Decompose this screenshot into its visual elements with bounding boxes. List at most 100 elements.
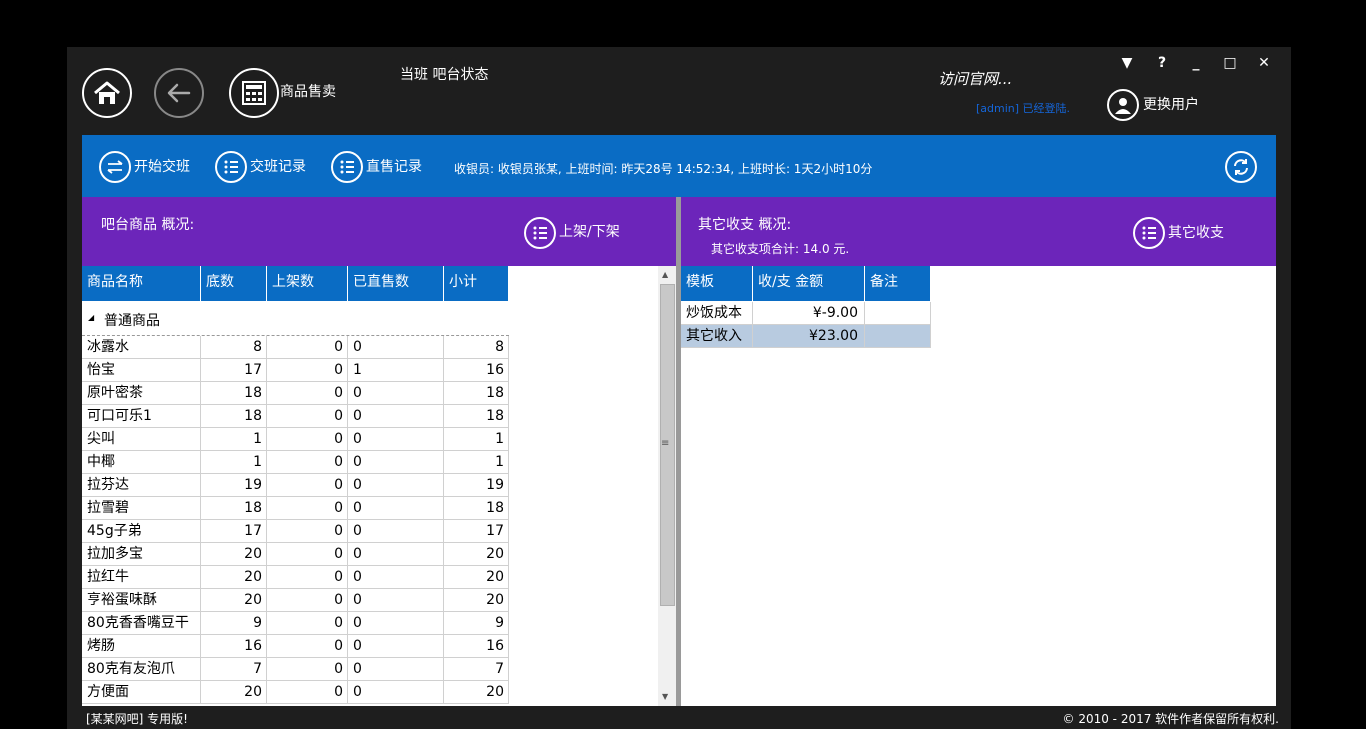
table-row[interactable]: 拉红牛 20 0 0 20 (82, 566, 509, 589)
direct-sale-records-button[interactable] (331, 151, 363, 183)
shelf-toggle-label[interactable]: 上架/下架 (559, 221, 620, 241)
cell-template: 炒饭成本 (681, 302, 753, 325)
cell-base: 17 (201, 359, 267, 382)
cell-name: 拉红牛 (82, 566, 201, 589)
cell-name: 烤肠 (82, 635, 201, 658)
grip-icon: ≡ (661, 438, 670, 449)
table-header: 模板 收/支 金额 备注 (681, 266, 931, 301)
cell-base: 7 (201, 658, 267, 681)
cell-note (865, 325, 931, 348)
other-income-summary: 其它收支项合计: 14.0 元. (711, 242, 850, 256)
start-shift-button[interactable] (99, 151, 131, 183)
cell-name: 可口可乐1 (82, 405, 201, 428)
shelf-toggle-button[interactable] (524, 217, 556, 249)
cell-subtotal: 16 (444, 635, 509, 658)
cell-base: 16 (201, 635, 267, 658)
column-header[interactable]: 已直售数 (348, 266, 444, 301)
table-row[interactable]: 怡宝 17 0 1 16 (82, 359, 509, 382)
cell-shelf: 0 (267, 451, 348, 474)
column-header[interactable]: 底数 (201, 266, 267, 301)
cell-shelf: 0 (267, 497, 348, 520)
cell-name: 原叶密茶 (82, 382, 201, 405)
shift-records-button[interactable] (215, 151, 247, 183)
table-row[interactable]: 其它收入 ¥23.00 (681, 325, 931, 348)
cell-sold: 0 (348, 612, 444, 635)
column-header[interactable]: 备注 (865, 266, 931, 301)
cell-subtotal: 16 (444, 359, 509, 382)
cell-sold: 0 (348, 405, 444, 428)
cell-name: 中椰 (82, 451, 201, 474)
table-row[interactable]: 45g子弟 17 0 0 17 (82, 520, 509, 543)
refresh-icon (1234, 159, 1248, 175)
table-row[interactable]: 可口可乐1 18 0 0 18 (82, 405, 509, 428)
table-row[interactable]: 尖叫 1 0 0 1 (82, 428, 509, 451)
cell-name: 80克香香嘴豆干 (82, 612, 201, 635)
menu-dropdown-icon[interactable]: ▼ (1119, 55, 1135, 71)
scroll-down-icon[interactable]: ▼ (662, 692, 668, 701)
column-header[interactable]: 商品名称 (82, 266, 201, 301)
column-header[interactable]: 上架数 (267, 266, 348, 301)
cell-subtotal: 9 (444, 612, 509, 635)
scroll-up-icon[interactable]: ▲ (662, 270, 668, 279)
cell-name: 80克有友泡爪 (82, 658, 201, 681)
shift-records-label[interactable]: 交班记录 (250, 156, 306, 176)
switch-user-button[interactable] (1107, 89, 1139, 121)
visit-website-link[interactable]: 访问官网... (938, 68, 1012, 89)
cell-sold: 0 (348, 428, 444, 451)
cell-name: 怡宝 (82, 359, 201, 382)
cell-base: 20 (201, 589, 267, 612)
cell-subtotal: 17 (444, 520, 509, 543)
copyright-label: © 2010 - 2017 软件作者保留所有权利. (1062, 712, 1279, 726)
table-row[interactable]: 拉加多宝 20 0 0 20 (82, 543, 509, 566)
vertical-scrollbar[interactable]: ▲ ≡ ▼ (658, 266, 676, 706)
table-row[interactable]: 炒饭成本 ¥-9.00 (681, 302, 931, 325)
collapse-triangle-icon[interactable]: ◢ (88, 313, 94, 322)
start-shift-label[interactable]: 开始交班 (134, 156, 190, 176)
login-status: [admin] 已经登陆. (976, 102, 1071, 115)
table-row[interactable]: 原叶密茶 18 0 0 18 (82, 382, 509, 405)
bar-goods-title: 吧台商品 概况: (101, 217, 195, 233)
help-icon[interactable]: ? (1154, 55, 1170, 71)
maximize-icon[interactable]: □ (1222, 55, 1238, 71)
list-icon (1142, 226, 1156, 240)
cell-name: 拉芬达 (82, 474, 201, 497)
direct-sale-records-label[interactable]: 直售记录 (366, 156, 422, 176)
table-row[interactable]: 冰露水 8 0 0 8 (82, 336, 509, 359)
edition-label: [某某网吧] 专用版! (86, 712, 188, 726)
close-icon[interactable]: ✕ (1256, 55, 1272, 71)
minimize-icon[interactable]: _ (1188, 55, 1204, 71)
cell-shelf: 0 (267, 658, 348, 681)
column-header[interactable]: 收/支 金额 (753, 266, 865, 301)
table-row[interactable]: 80克有友泡爪 7 0 0 7 (82, 658, 509, 681)
group-row[interactable]: ◢ 普通商品 (82, 301, 509, 336)
cell-sold: 0 (348, 658, 444, 681)
switch-user-label[interactable]: 更换用户 (1143, 94, 1199, 114)
cell-template: 其它收入 (681, 325, 753, 348)
cell-sold: 1 (348, 359, 444, 382)
cell-subtotal: 8 (444, 336, 509, 359)
table-row[interactable]: 拉雪碧 18 0 0 18 (82, 497, 509, 520)
table-row[interactable]: 中椰 1 0 0 1 (82, 451, 509, 474)
table-row[interactable]: 方便面 20 0 0 20 (82, 681, 509, 704)
other-income-table: 模板 收/支 金额 备注 炒饭成本 ¥-9.00 其它收入 ¥23.00 (681, 266, 1276, 706)
goods-sale-button[interactable] (229, 68, 279, 118)
refresh-button[interactable] (1225, 151, 1257, 183)
table-row[interactable]: 80克香香嘴豆干 9 0 0 9 (82, 612, 509, 635)
other-income-button[interactable] (1133, 217, 1165, 249)
column-header[interactable]: 小计 (444, 266, 509, 301)
cell-note (865, 302, 931, 325)
cell-base: 18 (201, 405, 267, 428)
back-button[interactable] (154, 68, 204, 118)
home-button[interactable] (82, 68, 132, 118)
cell-sold: 0 (348, 589, 444, 612)
table-row[interactable]: 亨裕蛋味酥 20 0 0 20 (82, 589, 509, 612)
table-row[interactable]: 烤肠 16 0 0 16 (82, 635, 509, 658)
cell-base: 1 (201, 451, 267, 474)
cell-shelf: 0 (267, 681, 348, 704)
other-income-label[interactable]: 其它收支 (1168, 222, 1224, 242)
cell-name: 尖叫 (82, 428, 201, 451)
column-header[interactable]: 模板 (681, 266, 753, 301)
cell-shelf: 0 (267, 589, 348, 612)
table-row[interactable]: 拉芬达 19 0 0 19 (82, 474, 509, 497)
cell-sold: 0 (348, 635, 444, 658)
